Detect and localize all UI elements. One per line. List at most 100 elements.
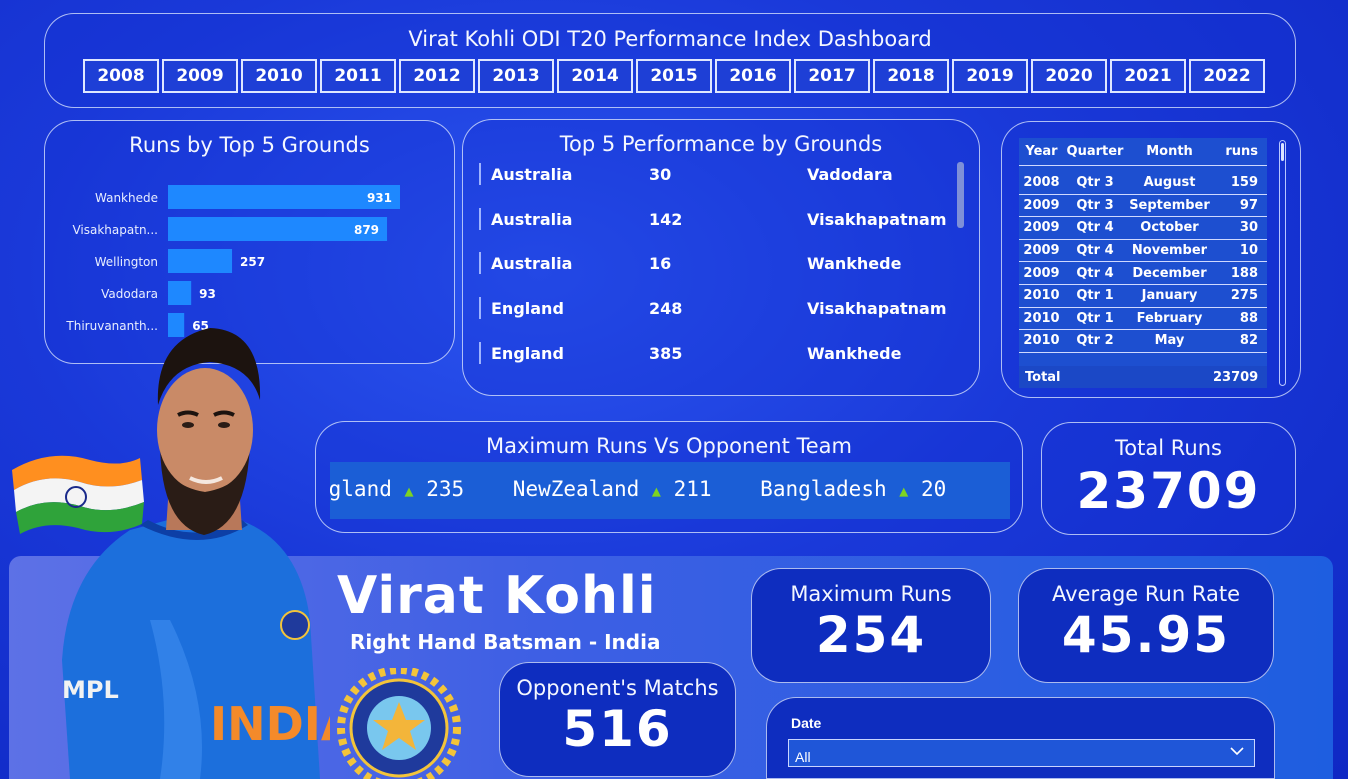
year-button-2008[interactable]: 2008 <box>83 59 159 93</box>
quarter-cell: Qtr 4 <box>1076 243 1114 259</box>
header-quarter[interactable]: Quarter <box>1064 144 1126 159</box>
year-button-2010[interactable]: 2010 <box>241 59 317 93</box>
chevron-down-icon[interactable] <box>1230 744 1244 761</box>
table-row[interactable]: 2010Qtr 2June179 <box>1019 353 1267 356</box>
top5-scrollbar[interactable] <box>957 162 964 228</box>
table-row[interactable]: 2009 Qtr 4 December 188 <box>1019 262 1267 285</box>
jersey-text: INDIA <box>210 697 330 751</box>
year-button-2022[interactable]: 2022 <box>1189 59 1265 93</box>
year-cell: 2010 <box>1023 288 1060 304</box>
table-row[interactable]: 2010 Qtr 1 February 88 <box>1019 308 1267 331</box>
row-divider <box>479 208 481 230</box>
year-cell: 2009 <box>1023 220 1060 236</box>
runs-cell: 30 <box>649 164 672 184</box>
scrollbar-thumb[interactable] <box>1281 143 1284 161</box>
table-row[interactable]: Australia 30 Vadodara <box>479 163 893 185</box>
opponent-matches-card: Opponent's Matchs 516 <box>499 662 736 777</box>
table-total-row: Total 23709 <box>1019 366 1267 388</box>
row-divider <box>479 297 481 319</box>
ground-cell: Wankhede <box>807 253 902 273</box>
year-button-2021[interactable]: 2021 <box>1110 59 1186 93</box>
year-cell: 2009 <box>1023 265 1060 281</box>
ticker-item: NewZealand ▲ 211 <box>513 477 712 501</box>
category-label: Visakhapatn... <box>72 223 158 237</box>
team-cell: Australia <box>491 209 573 229</box>
top5-panel: Top 5 Performance by Grounds Australia 3… <box>462 119 980 396</box>
player-role: Right Hand Batsman - India <box>350 630 661 654</box>
row-divider <box>479 252 481 274</box>
year-cell: 2008 <box>1023 175 1060 191</box>
runs-cell: 188 <box>1230 265 1258 281</box>
table-row[interactable]: 2008 Qtr 3 August 159 <box>1019 172 1267 195</box>
runs-cell: 248 <box>649 298 683 318</box>
ticker-team: NewZealand <box>512 477 640 501</box>
up-arrow-icon: ▲ <box>404 482 414 500</box>
bar[interactable] <box>168 281 192 305</box>
table-row[interactable]: England 248 Visakhapatnam <box>479 297 947 319</box>
total-runs-label: Total Runs <box>1115 436 1222 460</box>
ticker-runs: 235 <box>426 477 465 501</box>
month-cell: August <box>1143 175 1196 191</box>
opponent-ticker-panel: Maximum Runs Vs Opponent Team ngland ▲ 2… <box>315 421 1023 533</box>
year-slicer: 2008 2009 2010 2011 2012 2013 2014 2015 … <box>83 59 1265 93</box>
runs-cell: 97 <box>1239 197 1258 213</box>
table-row[interactable]: Australia 142 Visakhapatnam <box>479 208 947 230</box>
ticker-team: ngland <box>330 477 392 501</box>
opponent-title: Maximum Runs Vs Opponent Team <box>485 434 852 458</box>
table-row[interactable]: 2009 Qtr 4 November 10 <box>1019 240 1267 263</box>
year-cell: 2009 <box>1023 197 1060 213</box>
year-button-2009[interactable]: 2009 <box>162 59 238 93</box>
ticker-runs: 20 <box>920 477 947 501</box>
year-button-2015[interactable]: 2015 <box>636 59 712 93</box>
date-dropdown[interactable]: All <box>788 739 1255 767</box>
year-button-2013[interactable]: 2013 <box>478 59 554 93</box>
bar[interactable] <box>168 249 233 273</box>
year-button-2016[interactable]: 2016 <box>715 59 791 93</box>
category-label: Wellington <box>95 255 158 269</box>
table-row[interactable]: 2009 Qtr 3 September 97 <box>1019 195 1267 218</box>
table-header: Year Quarter Month runs <box>1019 138 1267 166</box>
year-button-2014[interactable]: 2014 <box>557 59 633 93</box>
year-table-scrollbar[interactable] <box>1279 140 1286 386</box>
maximum-runs-value: 254 <box>815 606 927 664</box>
header-runs[interactable]: runs <box>1213 144 1263 159</box>
year-month-table-panel: Year Quarter Month runs 2008 Qtr 3 August 1… <box>1001 121 1301 398</box>
category-label: Wankhede <box>95 191 158 205</box>
ticker-team: Bangladesh <box>760 477 887 501</box>
team-cell: England <box>491 298 564 318</box>
up-arrow-icon: ▲ <box>899 482 909 500</box>
year-button-2020[interactable]: 2020 <box>1031 59 1107 93</box>
year-button-2019[interactable]: 2019 <box>952 59 1028 93</box>
header-month[interactable]: Month <box>1126 144 1213 159</box>
month-cell: January <box>1141 288 1198 304</box>
header-year[interactable]: Year <box>1019 144 1064 159</box>
india-flag-icon <box>12 455 144 534</box>
grounds-chart-title: Runs by Top 5 Grounds <box>129 133 370 157</box>
quarter-cell: Qtr 3 <box>1076 197 1114 213</box>
year-month-table: Year Quarter Month runs 2008 Qtr 3 August 1… <box>1019 138 1267 388</box>
table-row[interactable]: Australia 16 Wankhede <box>479 252 901 274</box>
data-label: 879 <box>354 223 379 237</box>
month-cell: September <box>1129 197 1210 213</box>
runs-cell: 82 <box>1239 333 1258 349</box>
bar[interactable] <box>168 185 400 209</box>
ticker-runs: 211 <box>673 477 712 501</box>
table-row[interactable]: 2010 Qtr 2 May 82 <box>1019 330 1267 353</box>
runs-cell: 142 <box>649 209 683 229</box>
runs-cell: 275 <box>1230 288 1258 304</box>
month-cell: October <box>1140 220 1199 236</box>
sponsor-logo: MPL <box>62 676 119 704</box>
table-row[interactable]: 2010 Qtr 1 January 275 <box>1019 285 1267 308</box>
table-row[interactable]: England 385 Wankhede <box>479 342 901 364</box>
table-row[interactable]: 2009 Qtr 4 October 30 <box>1019 217 1267 240</box>
date-slicer: Date All <box>766 697 1275 779</box>
year-button-2012[interactable]: 2012 <box>399 59 475 93</box>
year-button-2011[interactable]: 2011 <box>320 59 396 93</box>
opponent-ticker[interactable]: ngland ▲ 235 NewZealand ▲ 211 Bangladesh… <box>330 462 1010 519</box>
year-button-2018[interactable]: 2018 <box>873 59 949 93</box>
quarter-cell: Qtr 3 <box>1076 175 1114 191</box>
runs-cell: 159 <box>1230 175 1258 191</box>
row-divider <box>479 163 481 185</box>
year-button-2017[interactable]: 2017 <box>794 59 870 93</box>
runs-cell: 10 <box>1239 243 1258 259</box>
